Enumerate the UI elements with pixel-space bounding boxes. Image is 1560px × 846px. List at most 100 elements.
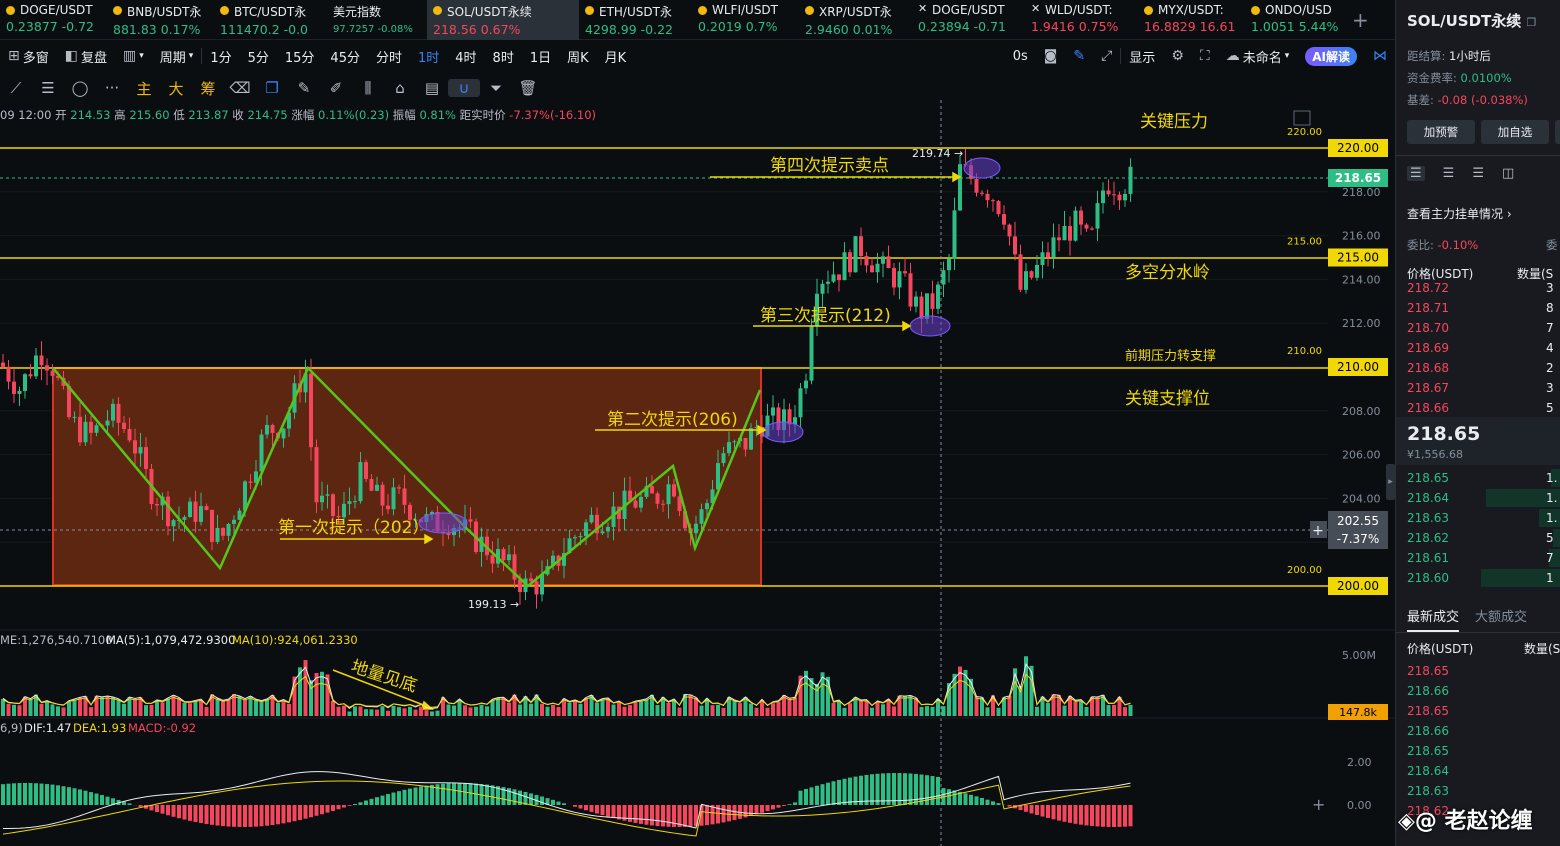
- volume-bar: [358, 706, 363, 716]
- ticker-tab[interactable]: ✕ WLD/USDT: 1.9416 0.75%: [1025, 0, 1138, 40]
- interval-button[interactable]: 周K: [559, 47, 597, 66]
- display-button[interactable]: 显示: [1121, 47, 1163, 66]
- add-tab-icon[interactable]: +: [1352, 8, 1369, 32]
- filter-icon[interactable]: ⏷: [480, 79, 512, 97]
- candle-body: [314, 447, 319, 503]
- interval-list: 1分 5分 15分 45分 分时 1时 4时 8时 1日 周K 月K: [202, 47, 634, 66]
- volume-bar: [1007, 695, 1012, 716]
- brush-icon[interactable]: ⌫: [224, 79, 256, 97]
- tab-latest-trades[interactable]: 最新成交: [1407, 606, 1460, 632]
- macd-bar: [166, 805, 170, 816]
- indicator-chips-button[interactable]: 筹: [192, 78, 224, 99]
- pen-icon[interactable]: ✎: [288, 79, 320, 97]
- maximize-icon[interactable]: [1293, 110, 1311, 126]
- expand-icon[interactable]: ⤢: [1093, 48, 1120, 64]
- macd-bar: [578, 805, 583, 809]
- ticker-symbol: 美元指数: [333, 5, 382, 19]
- trendline-icon[interactable]: ⟋: [0, 79, 32, 97]
- trash-icon[interactable]: 🗑: [512, 79, 544, 97]
- volume-bar: [771, 703, 775, 716]
- interval-button[interactable]: 月K: [597, 47, 635, 66]
- ticker-tab[interactable]: BTC/USDT永 111470.2 -0.0: [214, 0, 327, 40]
- bid-row[interactable]: 218.63 1.: [1396, 508, 1560, 528]
- tab-large-trades[interactable]: 大额成交: [1475, 606, 1527, 632]
- candle-body: [1029, 271, 1034, 278]
- ask-row[interactable]: 218.66 5: [1396, 398, 1560, 418]
- interval-button[interactable]: 1日: [522, 47, 559, 66]
- volume-bar: [919, 706, 924, 716]
- orderbook-asks-icon[interactable]: ☰: [1472, 166, 1484, 181]
- ticker-tab[interactable]: XRP/USDT永 2.9460 0.01%: [799, 0, 912, 40]
- marker-icon[interactable]: ✐: [320, 79, 352, 97]
- period-dropdown[interactable]: 周期 ▾: [152, 47, 202, 66]
- settings-icon[interactable]: ⚙: [1163, 48, 1192, 64]
- add-alert-button[interactable]: 加预警: [1407, 120, 1475, 144]
- ask-row[interactable]: 218.68 2: [1396, 358, 1560, 378]
- volume-bars: [1, 656, 1133, 716]
- indicator-big-button[interactable]: 大: [160, 78, 192, 99]
- ticker-tab[interactable]: ETH/USDT永 4298.99 -0.22: [579, 0, 692, 40]
- more-icon[interactable]: ···: [96, 79, 128, 97]
- ask-row[interactable]: 218.71 8: [1396, 298, 1560, 318]
- bid-row[interactable]: 218.65 1.: [1396, 468, 1560, 488]
- share-icon[interactable]: ⋈: [1365, 48, 1395, 64]
- orderbook-depth-icon[interactable]: ◫: [1502, 166, 1514, 181]
- macd-bar: [452, 783, 456, 805]
- interval-button[interactable]: 5分: [240, 47, 277, 66]
- macd-bar: [1007, 805, 1012, 807]
- bid-row[interactable]: 218.61 7: [1396, 548, 1560, 568]
- ticker-name: WLFI/USDT: [698, 3, 793, 17]
- fullscreen-icon[interactable]: ⛶: [1192, 48, 1218, 64]
- ticker-tab[interactable]: ONDO/USD 1.0051 5.44%: [1245, 0, 1355, 40]
- indicator-main-button[interactable]: 主: [128, 78, 160, 99]
- ask-row[interactable]: 218.70 7: [1396, 318, 1560, 338]
- interval-button[interactable]: 分时: [368, 47, 410, 66]
- ai-interpret-button[interactable]: AI解读: [1297, 46, 1365, 66]
- ticker-tab[interactable]: WLFI/USDT 0.2019 0.7%: [692, 0, 799, 40]
- layout-name-button[interactable]: ☁ 未命名 ▾: [1218, 47, 1298, 66]
- interval-button[interactable]: 4时: [447, 47, 484, 66]
- ratio-row: 委比: -0.10%: [1407, 238, 1479, 252]
- copy-icon[interactable]: ❐: [256, 79, 288, 97]
- ticker-tab[interactable]: ✕ DOGE/USDT 0.23894 -0.71: [912, 0, 1025, 40]
- ask-row[interactable]: 218.69 4: [1396, 338, 1560, 358]
- orderbook-both-icon[interactable]: ☰: [1407, 166, 1425, 181]
- ellipse-icon[interactable]: ◯: [64, 79, 96, 97]
- ask-row[interactable]: 218.72 3: [1396, 278, 1560, 298]
- orderbook-bids-icon[interactable]: ☰: [1443, 166, 1455, 181]
- bid-row[interactable]: 218.62 5: [1396, 528, 1560, 548]
- trade-row: 218.63: [1396, 781, 1560, 801]
- add-favorite-button[interactable]: 加自选: [1481, 120, 1549, 144]
- ask-row[interactable]: 218.67 3: [1396, 378, 1560, 398]
- copy-icon[interactable]: ❐: [1527, 16, 1537, 29]
- interval-button[interactable]: 1时: [410, 47, 447, 66]
- macd-add-icon[interactable]: +: [1312, 795, 1325, 814]
- camera-icon[interactable]: ◙: [1036, 48, 1066, 64]
- replay-button[interactable]: ◧ 复盘: [57, 47, 115, 66]
- hlines-icon[interactable]: ☰: [32, 79, 64, 97]
- interval-button[interactable]: 15分: [277, 47, 323, 66]
- lock-icon[interactable]: ⌂: [384, 79, 416, 97]
- ticker-tab[interactable]: 美元指数 97.7257 -0.08%: [327, 0, 427, 40]
- note-icon[interactable]: ▤: [416, 79, 448, 97]
- ticker-tab[interactable]: MYX/USDT: 16.8829 16.61: [1138, 0, 1245, 40]
- magnet-icon[interactable]: ∪: [448, 79, 480, 97]
- ticker-tab[interactable]: SOL/USDT永续 218.56 0.67%: [427, 0, 579, 40]
- ticker-tab[interactable]: BNB/USDT永 881.83 0.17%: [107, 0, 214, 40]
- bars-icon[interactable]: ⫼: [352, 79, 384, 97]
- bid-row[interactable]: 218.60 1: [1396, 568, 1560, 588]
- multi-window-button[interactable]: ⊞ 多窗: [0, 47, 57, 66]
- view-main-orders-link[interactable]: 查看主力挂单情况 ›: [1407, 205, 1512, 222]
- candlestick-chart[interactable]: 关键压力 多空分水岭 前期压力转支撑 关键支撑位 第一次提示（202） 第二次提…: [0, 100, 1395, 846]
- trade-price: 218.65: [1407, 664, 1449, 678]
- interval-button[interactable]: 45分: [322, 47, 368, 66]
- draw-icon[interactable]: ✎: [1065, 48, 1093, 64]
- interval-button[interactable]: 1分: [202, 47, 239, 66]
- ticker-tab[interactable]: DOGE/USDT 0.23877 -0.72: [0, 0, 107, 40]
- bid-row[interactable]: 218.64 1.: [1396, 488, 1560, 508]
- interval-button[interactable]: 8时: [485, 47, 522, 66]
- chart-type-button[interactable]: ▥ ▾: [115, 48, 152, 64]
- chevron-down-icon: ▾: [139, 51, 144, 61]
- collapse-panel-icon[interactable]: ▸: [1386, 464, 1395, 500]
- more-button[interactable]: [1555, 120, 1560, 144]
